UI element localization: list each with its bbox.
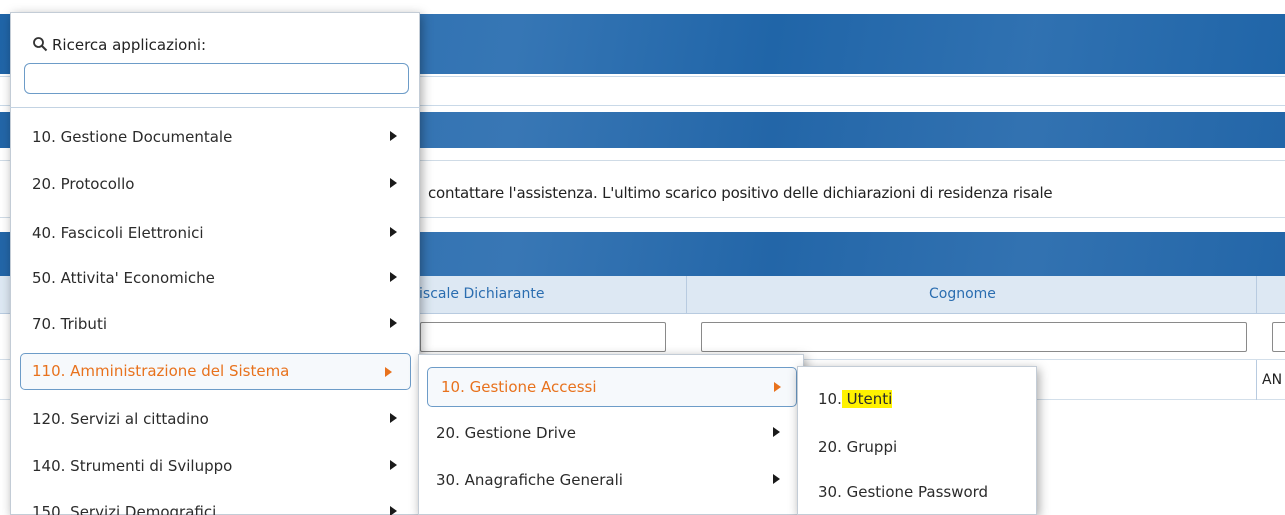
column-header-fiscale[interactable]: Fiscale Dichiarante (412, 286, 544, 302)
submenu-item-gestione-accessi[interactable]: 10. Gestione Accessi (427, 367, 797, 407)
submenu-item-label: 30. Anagrafiche Generali (436, 471, 623, 489)
filter-fiscale-input[interactable] (420, 322, 666, 352)
menu-item-label: 10. Gestione Documentale (32, 128, 233, 146)
chevron-right-icon (774, 382, 781, 392)
submenu-item-gestione-drive[interactable]: 20. Gestione Drive (427, 414, 797, 454)
submenu-item-label: 10. Gestione Accessi (441, 378, 597, 396)
column-separator (1256, 360, 1257, 400)
filter-cognome-input[interactable] (701, 322, 1247, 352)
submenu-item-gruppi[interactable]: 20. Gruppi (806, 428, 1031, 468)
chevron-right-icon (385, 367, 392, 377)
chevron-right-icon (390, 131, 397, 141)
menu-item-tributi[interactable]: 70. Tributi (18, 305, 413, 345)
chevron-right-icon (773, 427, 780, 437)
menu-item-label: 150. Servizi Demografici (32, 503, 217, 515)
submenu-item-label: 10. Utenti (818, 390, 893, 408)
menu-item-strumenti-sviluppo[interactable]: 140. Strumenti di Sviluppo (18, 447, 413, 487)
menu-item-servizi-cittadino[interactable]: 120. Servizi al cittadino (18, 400, 413, 440)
search-label: Ricerca applicazioni: (52, 36, 207, 54)
column-separator (1256, 276, 1257, 314)
menu-item-label: 20. Protocollo (32, 175, 135, 193)
submenu-item-anagrafiche-generali[interactable]: 30. Anagrafiche Generali (427, 461, 797, 501)
menu-item-label: 120. Servizi al cittadino (32, 410, 209, 428)
notice-text: contattare l'assistenza. L'ultimo scaric… (428, 184, 1053, 202)
submenu-item-label: 30. Gestione Password (818, 483, 989, 501)
menu-item-label: 40. Fascicoli Elettronici (32, 224, 204, 242)
menu-item-amministrazione-sistema[interactable]: 110. Amministrazione del Sistema (20, 353, 411, 390)
menu-item-attivita-economiche[interactable]: 50. Attivita' Economiche (18, 259, 413, 299)
submenu-item-label: 20. Gestione Drive (436, 424, 577, 442)
menu-item-label: 140. Strumenti di Sviluppo (32, 457, 233, 475)
search-highlight: Utenti (841, 390, 893, 408)
chevron-right-icon (390, 460, 397, 470)
filter-next-input[interactable] (1272, 322, 1285, 352)
chevron-right-icon (773, 474, 780, 484)
search-input[interactable] (24, 63, 409, 94)
item-prefix: 10. (818, 390, 842, 408)
chevron-right-icon (390, 318, 397, 328)
chevron-right-icon (390, 413, 397, 423)
submenu-item-label: 20. Gruppi (818, 438, 898, 456)
menu-item-label: 70. Tributi (32, 315, 107, 333)
menu-item-label: 50. Attivita' Economiche (32, 269, 215, 287)
search-icon (33, 37, 48, 52)
chevron-right-icon (390, 506, 397, 515)
submenu-item-gestione-password[interactable]: 30. Gestione Password (806, 473, 1031, 513)
column-header-cognome[interactable]: Cognome (929, 286, 996, 302)
chevron-right-icon (390, 272, 397, 282)
menu-item-gestione-documentale[interactable]: 10. Gestione Documentale (18, 118, 413, 158)
submenu-item-utenti[interactable]: 10. Utenti (806, 380, 1031, 420)
table-cell: AN (1262, 372, 1283, 388)
menu-item-fascicoli-elettronici[interactable]: 40. Fascicoli Elettronici (18, 214, 413, 254)
column-separator (686, 276, 687, 314)
chevron-right-icon (390, 178, 397, 188)
menu-item-protocollo[interactable]: 20. Protocollo (18, 165, 413, 205)
chevron-right-icon (390, 227, 397, 237)
menu-item-servizi-demografici[interactable]: 150. Servizi Demografici (18, 493, 413, 515)
menu-item-label: 110. Amministrazione del Sistema (32, 362, 290, 380)
